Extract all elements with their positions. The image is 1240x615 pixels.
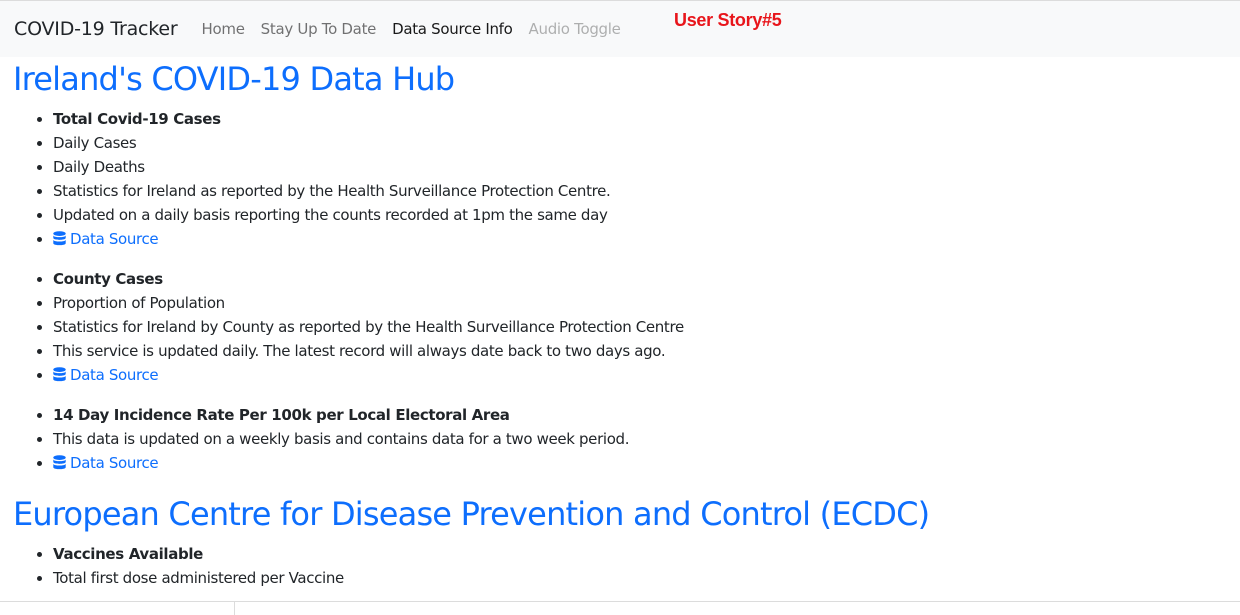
list-item: Updated on a daily basis reporting the c…: [53, 203, 1240, 227]
data-source-link-label: Data Source: [70, 230, 159, 248]
ireland-groups: Total Covid-19 Cases Daily Cases Daily D…: [13, 107, 1240, 475]
group-incidence-rate: 14 Day Incidence Rate Per 100k per Local…: [13, 403, 1240, 475]
list-item: Statistics for Ireland by County as repo…: [53, 315, 1240, 339]
data-source-link[interactable]: Data Source: [53, 366, 159, 384]
list-item: Proportion of Population: [53, 291, 1240, 315]
nav-link-audio-toggle[interactable]: Audio Toggle: [529, 20, 621, 38]
ecdc-groups: Vaccines Available Total first dose admi…: [13, 542, 1240, 590]
group-county-cases: County Cases Proportion of Population St…: [13, 267, 1240, 387]
bottom-divider: [0, 601, 1240, 602]
nav-link-data-source-info[interactable]: Data Source Info: [392, 20, 513, 38]
nav-link-home[interactable]: Home: [202, 20, 245, 38]
list-item: Statistics for Ireland as reported by th…: [53, 179, 1240, 203]
database-icon: [53, 455, 66, 470]
list-item: Daily Cases: [53, 131, 1240, 155]
ireland-section-title: Ireland's COVID-19 Data Hub: [13, 60, 455, 98]
group-vaccines: Vaccines Available Total first dose admi…: [13, 542, 1240, 590]
ecdc-section-title: European Centre for Disease Prevention a…: [13, 495, 930, 533]
data-source-item: Data Source: [53, 227, 1240, 251]
nav-link-stay-up-to-date[interactable]: Stay Up To Date: [261, 20, 377, 38]
list-item: This data is updated on a weekly basis a…: [53, 427, 1240, 451]
data-source-item: Data Source: [53, 451, 1240, 475]
main-content: Ireland's COVID-19 Data Hub Total Covid-…: [0, 57, 1240, 590]
data-source-link-label: Data Source: [70, 366, 159, 384]
data-source-item: Data Source: [53, 363, 1240, 387]
database-icon: [53, 367, 66, 382]
group-heading: Total Covid-19 Cases: [53, 107, 1240, 131]
group-total-cases: Total Covid-19 Cases Daily Cases Daily D…: [13, 107, 1240, 251]
navbar: COVID-19 Tracker Home Stay Up To Date Da…: [0, 1, 1240, 57]
group-heading: Vaccines Available: [53, 542, 1240, 566]
list-item: Total first dose administered per Vaccin…: [53, 566, 1240, 590]
list-item: This service is updated daily. The lates…: [53, 339, 1240, 363]
group-heading: County Cases: [53, 267, 1240, 291]
list-item: Daily Deaths: [53, 155, 1240, 179]
bottom-divider-tick: [234, 602, 235, 615]
navbar-brand[interactable]: COVID-19 Tracker: [14, 18, 178, 40]
data-source-link[interactable]: Data Source: [53, 454, 159, 472]
user-story-annotation: User Story#5: [674, 10, 782, 30]
data-source-link[interactable]: Data Source: [53, 230, 159, 248]
group-heading: 14 Day Incidence Rate Per 100k per Local…: [53, 403, 1240, 427]
database-icon: [53, 231, 66, 246]
data-source-link-label: Data Source: [70, 454, 159, 472]
